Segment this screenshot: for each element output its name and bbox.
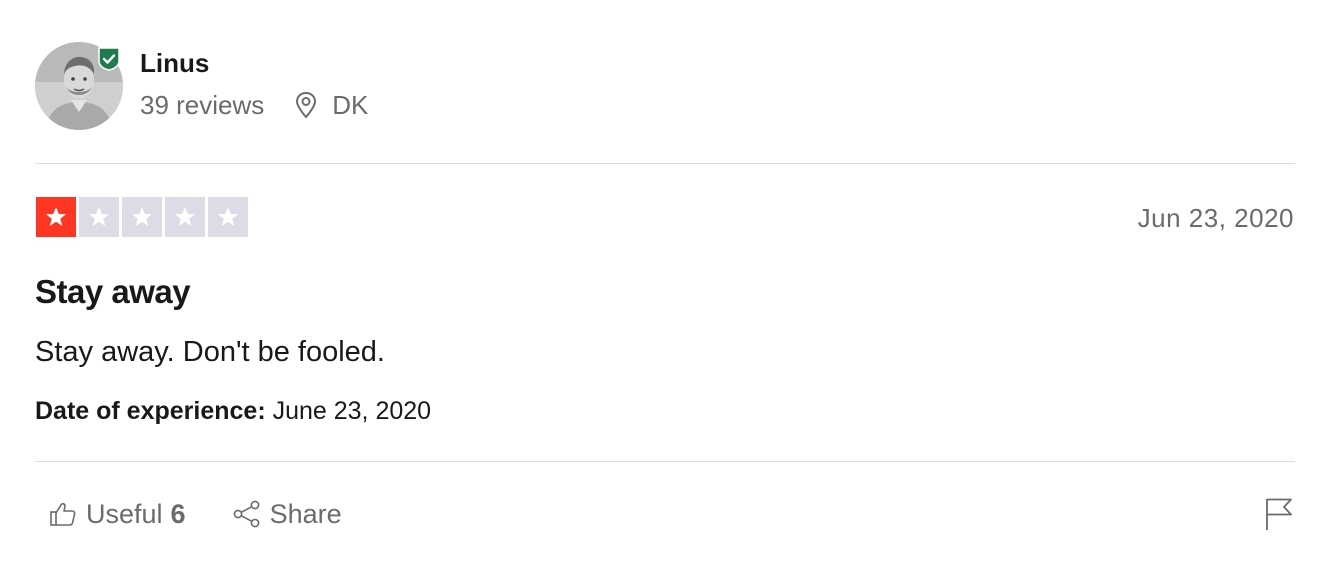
- experience-label: Date of experience:: [35, 397, 266, 425]
- star-icon: [89, 207, 109, 226]
- divider-bottom: [35, 461, 1295, 462]
- star-1: [36, 197, 76, 237]
- map-pin-icon: [296, 91, 317, 119]
- review-card: Linus 39 reviews DK Jun 23, 2020 Stay aw…: [0, 0, 1330, 566]
- share-button[interactable]: Share: [232, 497, 342, 531]
- review-actions: Useful 6 Share: [48, 497, 342, 531]
- avatar-container[interactable]: [35, 42, 123, 130]
- reviewer-name[interactable]: Linus: [140, 48, 368, 78]
- date-of-experience: Date of experience: June 23, 2020: [35, 396, 431, 426]
- shield-check-icon: [98, 47, 120, 71]
- reviewer-header: Linus 39 reviews DK: [35, 42, 368, 132]
- experience-date: June 23, 2020: [272, 397, 432, 425]
- review-date: Jun 23, 2020: [1137, 203, 1294, 233]
- star-rating: [36, 197, 251, 237]
- reviewer-meta: 39 reviews DK: [140, 90, 368, 120]
- star-icon: [218, 207, 238, 226]
- reviewer-location: DK: [294, 90, 368, 120]
- flag-icon[interactable]: [1264, 497, 1294, 531]
- star-4: [165, 197, 205, 237]
- country-code: DK: [332, 90, 369, 120]
- thumbs-up-icon: [50, 502, 76, 526]
- star-2: [79, 197, 119, 237]
- star-icon: [175, 207, 195, 226]
- useful-count: 6: [170, 499, 186, 529]
- review-title[interactable]: Stay away: [35, 273, 191, 311]
- useful-button[interactable]: Useful 6: [48, 497, 186, 531]
- reviews-count: 39 reviews: [140, 90, 265, 120]
- share-label: Share: [269, 499, 342, 529]
- useful-label: Useful: [86, 499, 163, 529]
- star-5: [208, 197, 248, 237]
- star-3: [122, 197, 162, 237]
- review-body: Stay away. Don't be fooled.: [35, 336, 385, 368]
- star-icon: [132, 207, 152, 226]
- star-icon: [46, 207, 66, 226]
- share-icon: [233, 500, 259, 528]
- divider-top: [35, 163, 1295, 164]
- reviewer-info: Linus 39 reviews DK: [140, 42, 368, 120]
